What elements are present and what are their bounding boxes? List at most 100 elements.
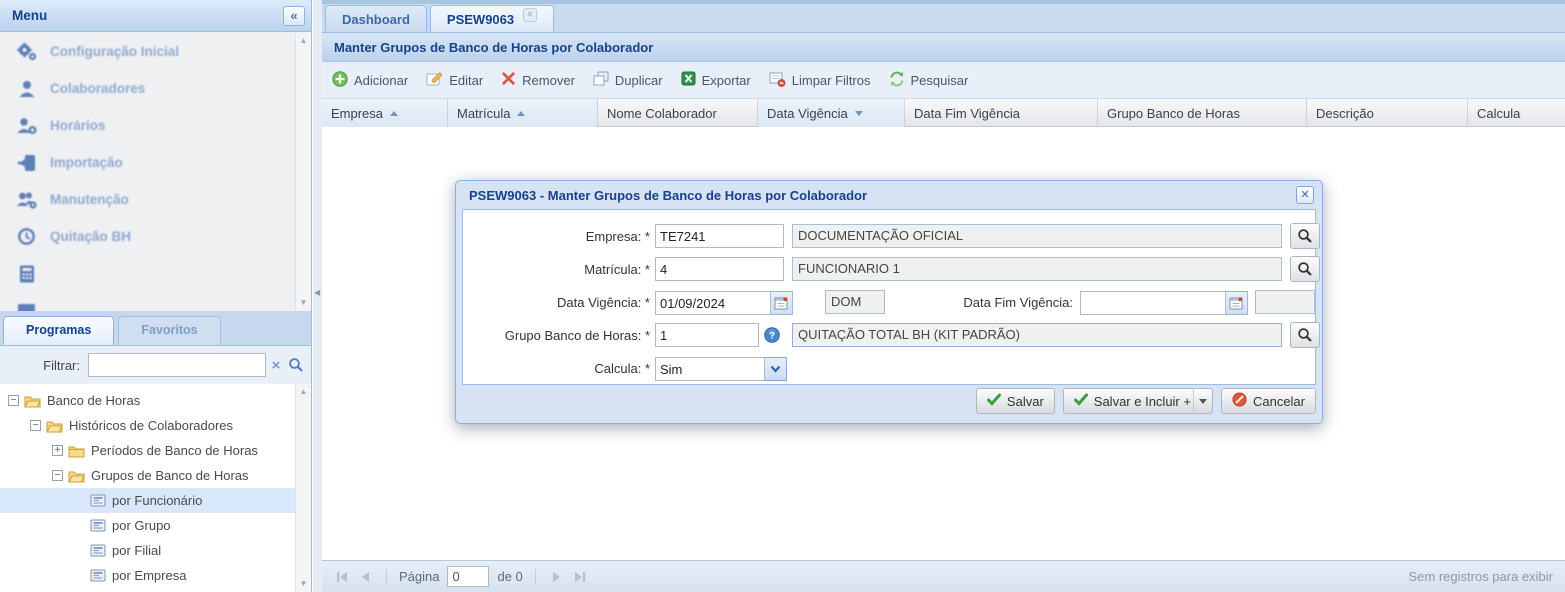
data-vigencia-label: Data Vigência: * xyxy=(463,295,650,310)
search-button[interactable]: Pesquisar xyxy=(889,71,969,90)
menu-panel: Menu « Configuração Inicial Colaboradore… xyxy=(0,0,312,592)
tab-favoritos[interactable]: Favoritos xyxy=(118,316,220,345)
menu-scrollbar[interactable]: ▲ ▼ xyxy=(295,33,311,311)
close-dialog-icon[interactable]: ✕ xyxy=(1296,186,1314,204)
tree-node-por-filial[interactable]: por Filial xyxy=(0,538,295,563)
main-tabbar: Dashboard PSEW9063 ✕ xyxy=(322,0,1565,33)
clear-filter-icon[interactable]: × xyxy=(266,357,286,374)
edit-button[interactable]: Editar xyxy=(426,71,483,90)
tree-node-por-funcionario[interactable]: por Funcionário xyxy=(0,488,295,513)
next-page-icon[interactable] xyxy=(548,569,564,585)
page-number-input[interactable] xyxy=(447,566,489,587)
calcula-combobox[interactable] xyxy=(655,357,765,381)
grupo-description-field: QUITAÇÃO TOTAL BH (KIT PADRÃO) xyxy=(792,323,1282,347)
save-button[interactable]: Salvar xyxy=(976,388,1055,414)
edit-icon xyxy=(426,71,443,90)
tree-node-label: por Funcionário xyxy=(112,493,202,508)
column-header-empresa[interactable]: Empresa xyxy=(322,99,448,127)
expand-node-icon[interactable]: + xyxy=(52,445,63,456)
tab-dashboard[interactable]: Dashboard xyxy=(325,5,427,32)
dialog-header[interactable]: PSEW9063 - Manter Grupos de Banco de Hor… xyxy=(456,181,1322,209)
first-page-icon[interactable] xyxy=(334,569,350,585)
save-and-add-button[interactable]: Salvar e Incluir + xyxy=(1063,388,1202,414)
column-header-matricula[interactable]: Matrícula xyxy=(448,99,598,127)
column-header-nome-colaborador[interactable]: Nome Colaborador xyxy=(598,99,758,127)
data-vigencia-input[interactable] xyxy=(655,291,771,315)
folder-open-icon xyxy=(46,419,63,433)
duplicate-button[interactable]: Duplicar xyxy=(593,71,663,89)
menu-item-importacao[interactable]: Importação xyxy=(0,144,295,181)
menu-item-configuracao-inicial[interactable]: Configuração Inicial xyxy=(0,33,295,70)
menu-item-quitacao-bh[interactable]: Quitação BH xyxy=(0,218,295,255)
save-options-dropdown-icon[interactable] xyxy=(1193,388,1213,414)
tree-node-por-grupo[interactable]: por Grupo xyxy=(0,513,295,538)
data-fim-vigencia-input[interactable] xyxy=(1080,291,1226,315)
tree-node-banco-de-horas[interactable]: − Banco de Horas xyxy=(0,388,295,413)
collapse-node-icon[interactable]: − xyxy=(8,395,19,406)
column-header-data-vigencia[interactable]: Data Vigência xyxy=(758,99,905,127)
scroll-up-icon[interactable]: ▲ xyxy=(296,384,311,400)
filter-input[interactable] xyxy=(88,353,266,377)
menu-item-colaboradores[interactable]: Colaboradores xyxy=(0,70,295,107)
scroll-down-icon[interactable]: ▼ xyxy=(296,576,311,592)
menu-item-horarios[interactable]: Horários xyxy=(0,107,295,144)
clear-filter-icon xyxy=(769,71,786,90)
collapse-node-icon[interactable]: − xyxy=(30,420,41,431)
folder-open-icon xyxy=(68,469,85,483)
dialog-form: Empresa: * DOCUMENTAÇÃO OFICIAL Matrícul… xyxy=(462,209,1316,385)
date-picker-icon[interactable] xyxy=(771,291,793,315)
left-tabbar: Programas Favoritos xyxy=(0,311,311,346)
tree-node-label: por Grupo xyxy=(112,518,171,533)
date-picker-icon[interactable] xyxy=(1226,291,1248,315)
close-tab-icon[interactable]: ✕ xyxy=(523,8,537,22)
search-icon[interactable] xyxy=(286,357,306,373)
empresa-input[interactable] xyxy=(655,224,784,248)
chevron-down-icon[interactable] xyxy=(765,357,787,381)
sort-desc-icon xyxy=(855,111,863,116)
tree-node-grupos[interactable]: − Grupos de Banco de Horas xyxy=(0,463,295,488)
last-page-icon[interactable] xyxy=(572,569,588,585)
cancel-button[interactable]: Cancelar xyxy=(1221,388,1316,414)
column-header-descricao[interactable]: Descrição xyxy=(1307,99,1468,127)
menu-item-partial[interactable] xyxy=(0,292,295,311)
matricula-lookup-button[interactable] xyxy=(1290,256,1320,282)
matricula-input[interactable] xyxy=(655,257,784,281)
collapse-node-icon[interactable]: − xyxy=(52,470,63,481)
panel-splitter[interactable]: ◀ xyxy=(313,0,322,592)
menu-item-calculo[interactable] xyxy=(0,255,295,292)
grupo-banco-horas-input[interactable] xyxy=(655,323,759,347)
tree-node-periodos[interactable]: + Períodos de Banco de Horas xyxy=(0,438,295,463)
application-window: Menu « Configuração Inicial Colaboradore… xyxy=(0,0,1565,592)
column-header-data-fim-vigencia[interactable]: Data Fim Vigência xyxy=(905,99,1098,127)
menu-item-manutencao[interactable]: Manutenção xyxy=(0,181,295,218)
empresa-lookup-button[interactable] xyxy=(1290,223,1320,249)
folder-closed-icon xyxy=(68,444,85,458)
delete-button[interactable]: Remover xyxy=(501,71,575,89)
export-button[interactable]: Exportar xyxy=(681,71,751,89)
form-leaf-icon xyxy=(90,519,106,532)
tab-programas[interactable]: Programas xyxy=(3,316,114,345)
grupo-lookup-button[interactable] xyxy=(1290,322,1320,348)
tab-label: PSEW9063 xyxy=(447,7,514,32)
help-icon[interactable]: ? xyxy=(764,327,780,343)
tree-node-por-empresa[interactable]: por Empresa xyxy=(0,563,295,588)
collapse-panel-button[interactable]: « xyxy=(283,6,305,26)
column-header-calcula[interactable]: Calcula xyxy=(1468,99,1565,127)
refresh-icon xyxy=(889,71,905,90)
add-button[interactable]: Adicionar xyxy=(332,71,408,90)
clear-filters-button[interactable]: Limpar Filtros xyxy=(769,71,871,90)
column-header-grupo-banco-horas[interactable]: Grupo Banco de Horas xyxy=(1098,99,1307,127)
scroll-down-icon[interactable]: ▼ xyxy=(296,295,311,311)
prev-page-icon[interactable] xyxy=(358,569,374,585)
scroll-up-icon[interactable]: ▲ xyxy=(296,33,311,49)
cancel-icon xyxy=(1232,392,1247,410)
menu-item-label: Horários xyxy=(50,118,106,133)
matricula-label: Matrícula: * xyxy=(463,262,650,277)
menu-item-label: Colaboradores xyxy=(50,81,145,96)
tree-node-historicos[interactable]: − Históricos de Colaboradores xyxy=(0,413,295,438)
toolbar-separator xyxy=(535,569,536,585)
splitter-collapse-icon[interactable]: ◀ xyxy=(314,288,320,297)
tree-scrollbar[interactable]: ▲ ▼ xyxy=(295,384,311,592)
tab-psew9063[interactable]: PSEW9063 ✕ xyxy=(430,5,554,32)
panel-title: Manter Grupos de Banco de Horas por Cola… xyxy=(334,40,653,55)
